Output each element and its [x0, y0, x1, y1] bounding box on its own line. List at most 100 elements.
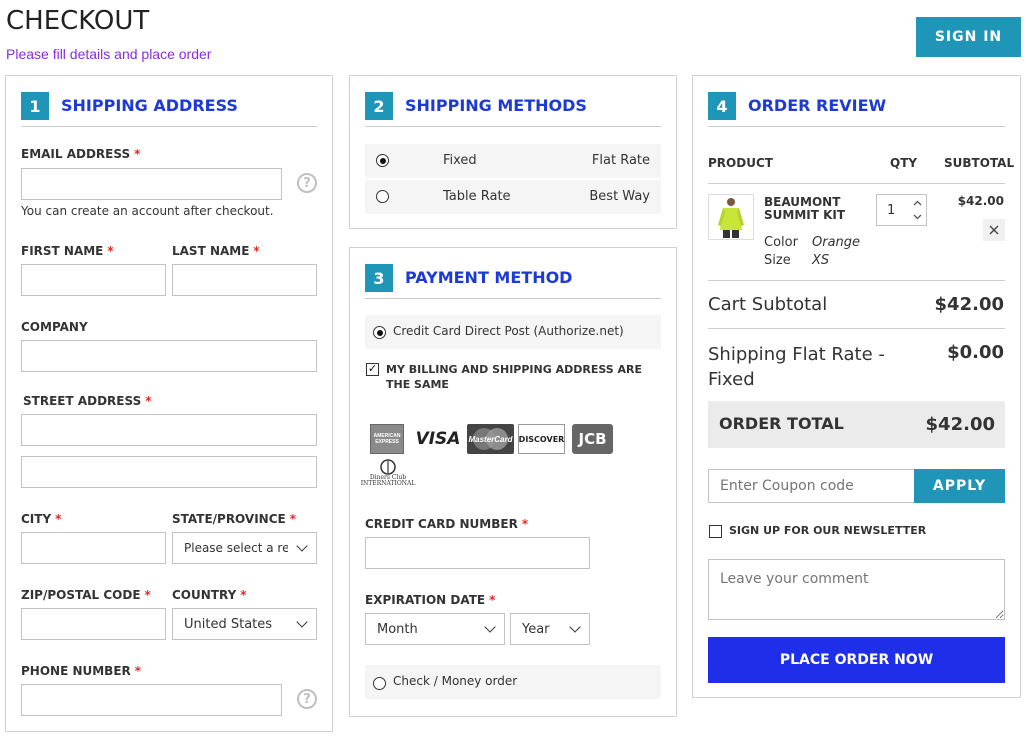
qty-stepper[interactable]: 1	[876, 194, 927, 226]
email-label: EMAIL ADDRESS *	[21, 147, 141, 161]
diners-logo-text: Diners Club INTERNATIONAL	[360, 474, 416, 487]
shipping-option-row[interactable]: Fixed Flat Rate	[365, 144, 661, 178]
first-name-label: FIRST NAME *	[21, 244, 114, 258]
shipping-option-carrier: Best Way	[589, 189, 650, 204]
product-jacket-icon	[718, 198, 744, 238]
divider	[708, 328, 1005, 329]
section-title: ORDER REVIEW	[748, 96, 887, 115]
order-total-row: ORDER TOTAL $42.00	[708, 401, 1005, 448]
order-total-label: ORDER TOTAL	[719, 414, 844, 433]
qty-decrement-icon[interactable]	[912, 211, 923, 222]
zip-field[interactable]	[21, 608, 166, 640]
amex-logo-text: AMERICAN EXPRESS	[373, 433, 401, 445]
step-number: 1	[21, 92, 49, 120]
apply-coupon-button[interactable]: APPLY	[914, 469, 1005, 503]
street-line-2-field[interactable]	[21, 456, 317, 488]
company-field[interactable]	[21, 340, 317, 372]
payment-option-label: Check / Money order	[393, 674, 518, 688]
country-label: COUNTRY *	[172, 588, 247, 602]
exp-year-value: Year	[522, 621, 550, 637]
billing-same-label: MY BILLING AND SHIPPING ADDRESS ARE THE …	[386, 363, 643, 391]
shipping-cost-label: Shipping Flat Rate - Fixed	[708, 344, 885, 390]
shipping-option-radio[interactable]	[376, 190, 389, 203]
product-thumbnail	[708, 194, 754, 240]
sign-in-button[interactable]: SIGN IN	[916, 17, 1021, 57]
state-select-value: Please select a region	[184, 541, 288, 555]
exp-month-value: Month	[377, 621, 418, 637]
payment-option-radio[interactable]	[373, 326, 386, 339]
state-label: STATE/PROVINCE *	[172, 512, 297, 526]
exp-year-select[interactable]: Year	[510, 613, 590, 645]
section-header: 2 SHIPPING METHODS	[365, 92, 661, 127]
city-field[interactable]	[21, 532, 166, 564]
chevron-down-icon	[484, 621, 496, 633]
billing-same-checkbox[interactable]: ✓	[366, 363, 379, 376]
section-title: SHIPPING ADDRESS	[61, 96, 238, 115]
help-icon[interactable]: ?	[297, 689, 317, 709]
chevron-down-icon	[569, 621, 581, 633]
discover-logo-icon: DISCOVER	[518, 424, 565, 454]
payment-option-row[interactable]: Credit Card Direct Post (Authorize.net)	[365, 315, 661, 349]
cc-number-field[interactable]	[365, 537, 590, 569]
phone-label: PHONE NUMBER *	[21, 664, 142, 678]
product-name[interactable]: BEAUMONT SUMMIT KIT	[764, 196, 854, 222]
zip-label: ZIP/POSTAL CODE *	[21, 588, 151, 602]
divider	[708, 280, 1005, 281]
page-title: CHECKOUT	[6, 6, 150, 36]
step-number: 3	[365, 264, 393, 292]
country-select[interactable]: United States	[172, 608, 317, 640]
payment-method-panel: 3 PAYMENT METHOD Credit Card Direct Post…	[349, 247, 677, 717]
option-color-value: Orange	[812, 235, 861, 250]
coupon-input[interactable]	[708, 469, 915, 503]
step-number: 4	[708, 92, 736, 120]
shipping-option-radio[interactable]	[376, 154, 389, 167]
last-name-label: LAST NAME *	[172, 244, 260, 258]
chevron-down-icon	[296, 540, 308, 552]
col-subtotal-header: SUBTOTAL	[944, 156, 1015, 170]
divider	[708, 183, 1005, 184]
shipping-option-row[interactable]: Table Rate Best Way	[365, 180, 661, 214]
state-select[interactable]: Please select a region	[172, 532, 317, 564]
option-size-label: Size	[764, 253, 791, 268]
option-size-value: XS	[812, 253, 830, 268]
diners-circle	[380, 459, 396, 475]
step-number: 2	[365, 92, 393, 120]
shipping-option-name: Fixed	[443, 153, 477, 168]
remove-item-icon[interactable]	[983, 219, 1005, 241]
cart-subtotal-value: $42.00	[934, 294, 1004, 315]
shipping-option-name: Table Rate	[443, 189, 511, 204]
cc-number-label: CREDIT CARD NUMBER *	[365, 517, 529, 531]
cart-subtotal-label: Cart Subtotal	[708, 294, 828, 315]
newsletter-checkbox[interactable]	[709, 525, 722, 538]
discover-logo-text: DISCOVER	[518, 434, 565, 444]
street-label: STREET ADDRESS *	[23, 394, 152, 408]
payment-option-row[interactable]: Check / Money order	[365, 665, 661, 699]
jcb-logo-text: JCB	[578, 430, 607, 448]
amex-logo-icon: AMERICAN EXPRESS	[370, 424, 404, 454]
page-subtitle: Please fill details and place order	[6, 46, 212, 62]
chevron-down-icon	[296, 616, 308, 628]
qty-increment-icon[interactable]	[912, 198, 923, 209]
place-order-button[interactable]: PLACE ORDER NOW	[708, 637, 1005, 683]
order-review-panel: 4 ORDER REVIEW PRODUCT QTY SUBTOTAL BEAU…	[692, 75, 1021, 698]
country-select-value: United States	[184, 616, 273, 632]
section-title: SHIPPING METHODS	[405, 96, 587, 115]
exp-month-select[interactable]: Month	[365, 613, 505, 645]
first-name-field[interactable]	[21, 264, 166, 296]
shipping-option-carrier: Flat Rate	[591, 153, 650, 168]
phone-field[interactable]	[21, 684, 282, 716]
last-name-field[interactable]	[172, 264, 317, 296]
mastercard-logo-icon: MasterCard	[467, 424, 514, 454]
street-line-1-field[interactable]	[21, 414, 317, 446]
diners-club-logo-icon: Diners Club INTERNATIONAL	[361, 457, 415, 489]
order-comment-textarea[interactable]	[708, 559, 1005, 620]
help-icon[interactable]: ?	[297, 173, 317, 193]
payment-option-radio[interactable]	[373, 677, 386, 690]
col-qty-header: QTY	[890, 156, 918, 170]
shipping-address-panel: 1 SHIPPING ADDRESS EMAIL ADDRESS * ? You …	[5, 75, 333, 732]
email-field[interactable]	[21, 168, 282, 200]
jcb-logo-icon: JCB	[572, 424, 613, 454]
section-title: PAYMENT METHOD	[405, 268, 573, 287]
visa-logo-text: VISA	[415, 429, 461, 449]
company-label: COMPANY	[21, 320, 88, 334]
